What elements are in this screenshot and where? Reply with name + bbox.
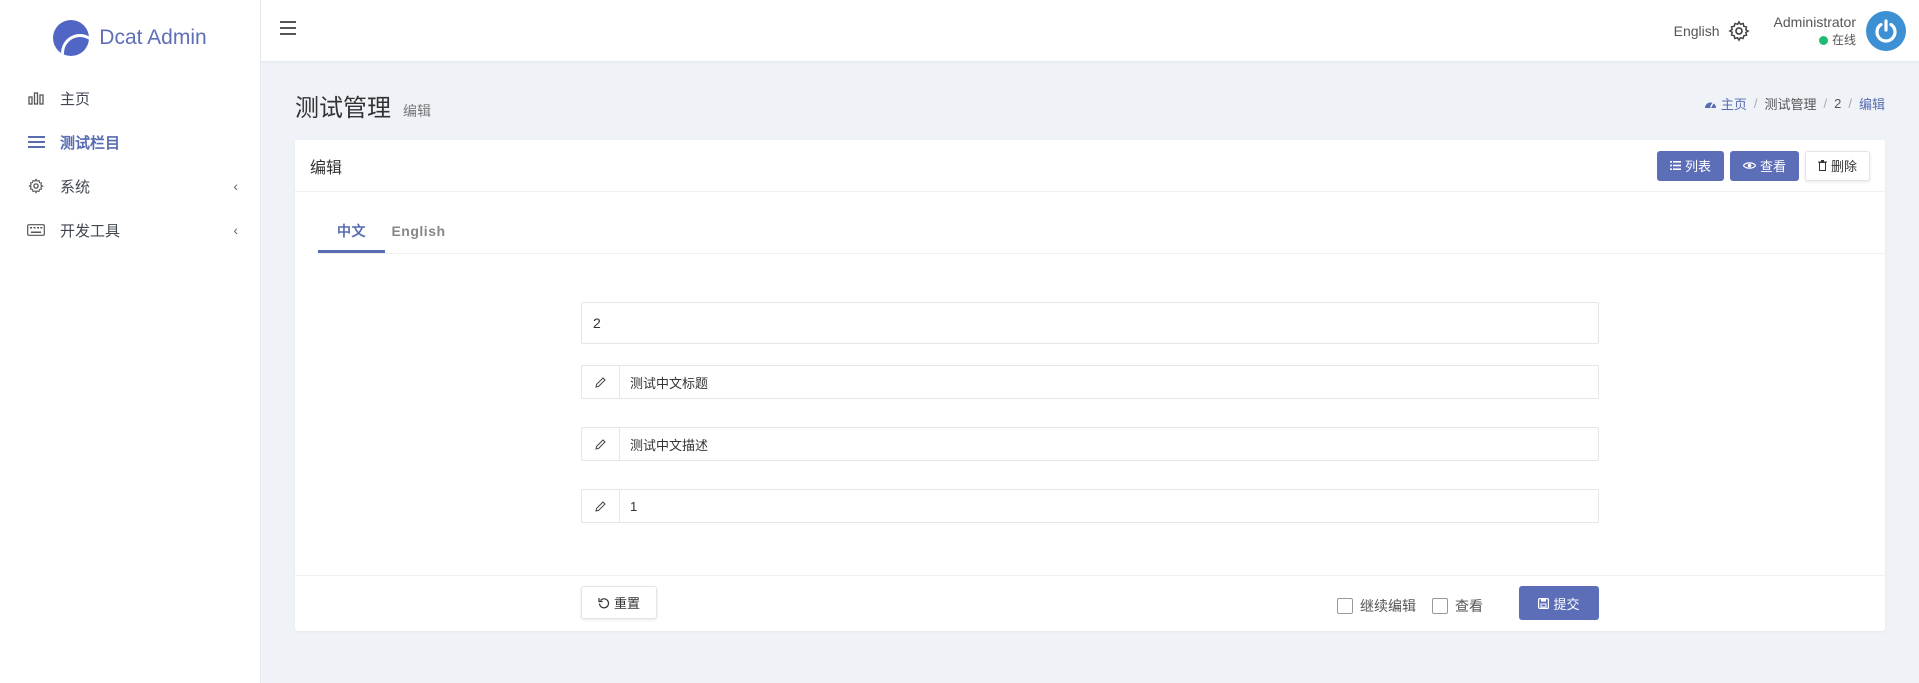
card-header: 编辑 列表 查看 删除 [295,140,1885,192]
navbar-right: English Administrator 在线 [1674,11,1906,51]
brand-logo [53,20,90,56]
submit-button[interactable]: 提交 [1519,586,1599,620]
view-after-label: 查看 [1455,598,1483,614]
form-row-id: ID 2 [295,302,1885,344]
edit-card: 编辑 列表 查看 删除 中文 English ID 2 *标题 [295,140,1885,631]
breadcrumb: 主页 / 测试管理 / 2 / 编辑 [1704,94,1885,113]
dashboard-icon [1704,102,1716,108]
breadcrumb-item[interactable]: 测试管理 [1764,94,1816,113]
user-name: Administrator [1773,14,1856,30]
page-title: 测试管理 [295,95,391,122]
list-icon [1669,161,1681,170]
id-field[interactable]: 2 [581,302,1599,344]
delete-button-label: 删除 [1830,159,1857,174]
bar-chart-icon [27,89,45,107]
continue-edit-checkbox[interactable]: 继续编辑 [1337,596,1416,616]
pencil-icon [582,366,620,398]
reset-button[interactable]: 重置 [581,586,658,619]
id-value: 2 [593,315,601,331]
language-switch[interactable]: English [1674,23,1720,39]
reset-button-label: 重置 [614,596,641,611]
power-icon [1875,19,1897,43]
form-row-status: 状态 1 [295,489,1885,529]
keyboard-icon [27,221,45,239]
online-dot-icon [1818,35,1828,45]
tab-chinese[interactable]: 中文 [318,210,385,253]
breadcrumb-home[interactable]: 主页 [1704,94,1747,113]
delete-button[interactable]: 删除 [1804,150,1870,181]
form-footer: 重置 继续编辑 查看 提交 [295,575,1885,631]
chevron-left-icon: ‹ [233,178,238,194]
hamburger-menu-icon[interactable] [280,21,296,35]
form-row-description: 描述 测试中文描述 [295,427,1885,467]
submit-button-label: 提交 [1553,596,1580,612]
brand-name: Dcat Admin [99,26,207,49]
view-after-checkbox[interactable]: 查看 [1432,596,1483,616]
list-icon [27,133,45,151]
page-subtitle: 编辑 [403,103,431,119]
pencil-icon [582,428,620,460]
undo-icon [598,597,610,608]
description-field[interactable]: 测试中文描述 [581,427,1599,461]
breadcrumb-home-label: 主页 [1720,97,1747,112]
status-value: 1 [630,498,638,514]
sidebar-item-label: 主页 [60,90,91,108]
status-field[interactable]: 1 [581,489,1599,523]
checkbox-box[interactable] [1337,598,1353,614]
save-icon [1538,597,1550,609]
breadcrumb-item[interactable]: 2 [1834,96,1841,111]
view-button[interactable]: 查看 [1729,150,1799,181]
sidebar-item-test[interactable]: 测试栏目 [0,120,260,164]
eye-icon [1742,162,1756,169]
sidebar-item-home[interactable]: 主页 [0,76,260,120]
title-value: 测试中文标题 [630,375,709,391]
sidebar-item-system[interactable]: 系统 ‹ [0,164,260,208]
title-field[interactable]: 测试中文标题 [581,365,1599,399]
checkbox-box[interactable] [1432,598,1448,614]
footer-options: 继续编辑 查看 [1337,596,1483,616]
view-button-label: 查看 [1759,159,1786,174]
brand[interactable]: Dcat Admin [0,0,260,76]
card-title: 编辑 [310,159,343,177]
top-navbar: English Administrator 在线 [261,0,1919,61]
breadcrumb-current: 编辑 [1858,97,1885,112]
content-header: 测试管理 编辑 主页 / 测试管理 / 2 / 编辑 [295,88,1885,124]
sidebar-item-label: 测试栏目 [60,134,121,152]
continue-edit-label: 继续编辑 [1360,598,1416,614]
language-tabs: 中文 English [318,210,1885,254]
list-button[interactable]: 列表 [1656,150,1724,181]
card-tools: 列表 查看 删除 [1656,150,1870,181]
breadcrumb-separator: / [1753,96,1758,111]
avatar[interactable] [1866,11,1906,51]
tab-english[interactable]: English [385,210,452,253]
sidebar-item-devtools[interactable]: 开发工具 ‹ [0,208,260,252]
chevron-left-icon: ‹ [233,222,238,238]
sidebar: Dcat Admin 主页 测试栏目 系统 ‹ 开发工具 ‹ [0,0,261,683]
form-row-title: *标题 测试中文标题 [295,365,1885,405]
sidebar-item-label: 开发工具 [60,222,121,240]
user-status: 在线 [1774,31,1856,49]
settings-gear-icon[interactable] [1727,20,1750,42]
pencil-icon [582,490,620,522]
user-status-text: 在线 [1831,33,1856,47]
breadcrumb-separator: / [1848,96,1852,111]
breadcrumb-separator: / [1823,96,1828,111]
gear-icon [27,177,45,195]
user-info[interactable]: Administrator 在线 [1774,13,1856,49]
sidebar-item-label: 系统 [60,178,91,196]
trash-icon [1817,160,1827,171]
description-value: 测试中文描述 [630,437,709,453]
list-button-label: 列表 [1684,159,1711,174]
